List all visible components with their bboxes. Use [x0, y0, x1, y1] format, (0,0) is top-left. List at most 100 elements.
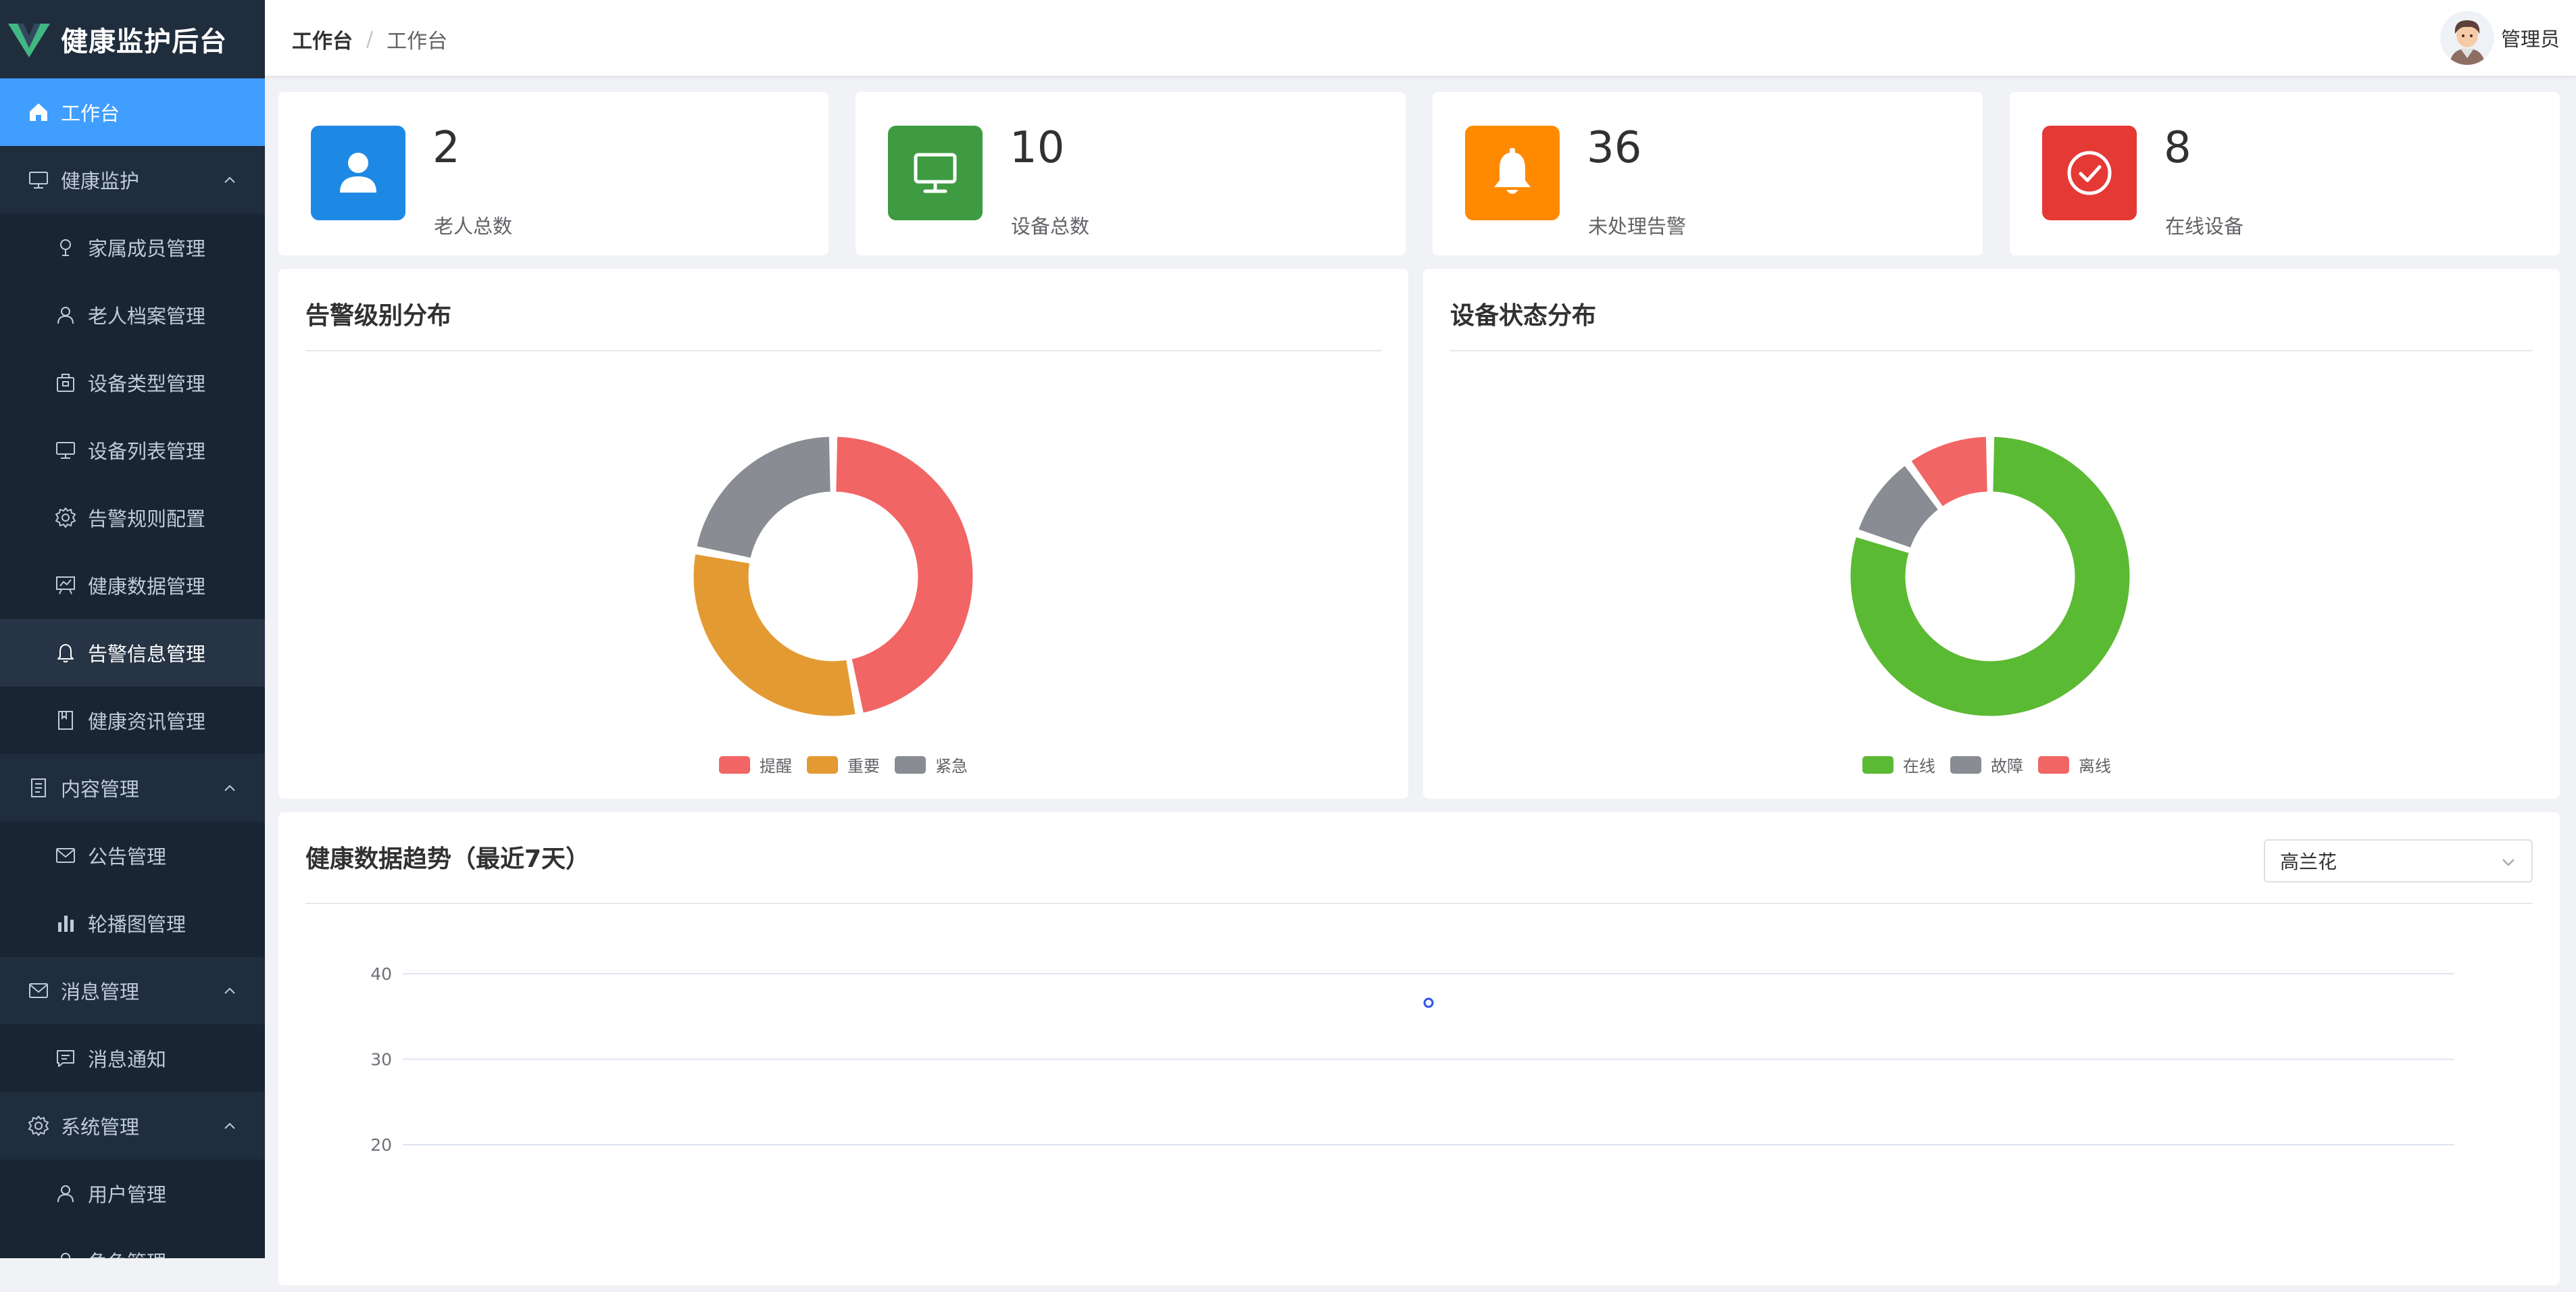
stat-card-online: 8 在线设备 [2010, 92, 2560, 255]
legend-label: 故障 [1991, 757, 2023, 776]
alarm-level-donut-chart [691, 434, 975, 718]
breadcrumb: 工作台 / 工作台 [292, 24, 447, 54]
chevron-up-icon[interactable] [222, 983, 238, 999]
message-icon [27, 979, 50, 1002]
y-tick-label: 30 [370, 1050, 392, 1070]
stat-icon-bg [311, 126, 405, 220]
home-icon [27, 101, 50, 124]
panel-divider [1450, 350, 2533, 351]
chevron-up-icon[interactable] [222, 780, 238, 796]
sidebar-item-label: 健康资讯管理 [88, 710, 206, 733]
gear-icon [27, 1114, 50, 1137]
bar-chart-icon [54, 912, 77, 935]
breadcrumb-item-current: 工作台 [387, 30, 448, 53]
legend-item[interactable]: 重要 [807, 753, 880, 776]
legend-item[interactable]: 紧急 [895, 753, 968, 776]
bookmark-icon [54, 709, 77, 732]
elder-select[interactable]: 高兰花 [2264, 839, 2533, 883]
legend-swatch [807, 755, 838, 774]
device-status-donut-chart [1848, 434, 2132, 718]
legend-item[interactable]: 离线 [2038, 753, 2111, 776]
sidebar-item-label: 家属成员管理 [88, 237, 206, 260]
legend-label: 提醒 [760, 757, 792, 776]
monitor-icon [914, 153, 957, 193]
sidebar-item-8[interactable]: 告警信息管理 [0, 619, 265, 687]
chevron-up-icon[interactable] [222, 172, 238, 188]
sidebar-item-label: 健康监护 [61, 170, 140, 193]
sidebar-item-1[interactable]: 健康监护 [0, 146, 265, 214]
avatar[interactable] [2439, 11, 2494, 65]
panel-title: 设备状态分布 [1450, 302, 1597, 330]
top-header: 工作台 / 工作台 管理员 [265, 0, 2576, 76]
sidebar-item-13[interactable]: 消息管理 [0, 957, 265, 1024]
main-content: 2 老人总数 10 设备总数 36 未处理告警 8 在线设备 告警级别分布 提醒… [265, 76, 2576, 1285]
legend-swatch [895, 755, 926, 774]
gear-icon [54, 506, 77, 529]
panel-title: 告警级别分布 [305, 302, 452, 330]
sidebar-menu: 工作台健康监护家属成员管理老人档案管理 设备类型管理设备列表管理 告警规则配置健康数… [0, 78, 265, 1258]
sidebar-item-3[interactable]: 老人档案管理 [0, 281, 265, 349]
stat-label: 在线设备 [2165, 215, 2244, 238]
sidebar-item-label: 消息通知 [88, 1048, 167, 1071]
sidebar-item-label: 内容管理 [61, 778, 140, 801]
brand[interactable]: 健康监护后台 [0, 0, 265, 78]
legend-item[interactable]: 提醒 [719, 753, 792, 776]
sidebar-item-10[interactable]: 内容管理 [0, 754, 265, 822]
data-point[interactable] [1423, 997, 1434, 1008]
legend-swatch [1862, 755, 1893, 774]
stat-value: 2 [432, 123, 460, 173]
stat-icon-bg [2042, 126, 2137, 220]
sidebar-item-17[interactable]: 角色管理 [0, 1227, 265, 1258]
stat-card-elderly: 2 老人总数 [278, 92, 828, 255]
sidebar-item-16[interactable]: 用户管理 [0, 1160, 265, 1227]
sidebar-item-label: 设备列表管理 [88, 440, 206, 463]
alarm-level-legend: 提醒 重要 紧急 [719, 753, 983, 776]
sidebar-item-label: 系统管理 [61, 1116, 140, 1139]
breadcrumb-item-root[interactable]: 工作台 [292, 24, 353, 54]
app-title: 健康监护后台 [61, 26, 227, 57]
sidebar-item-label: 消息管理 [61, 980, 140, 1003]
stat-label: 老人总数 [434, 215, 513, 238]
sidebar-item-2[interactable]: 家属成员管理 [0, 214, 265, 281]
alarm-level-panel: 告警级别分布 提醒 重要 紧急 [278, 269, 1408, 799]
sidebar-item-4[interactable]: 设备类型管理 [0, 349, 265, 416]
document-icon [27, 776, 50, 799]
sidebar-item-15[interactable]: 系统管理 [0, 1092, 265, 1160]
legend-label: 离线 [2079, 757, 2111, 776]
legend-item[interactable]: 故障 [1950, 753, 2023, 776]
user-menu[interactable]: 管理员 [2439, 11, 2560, 65]
sidebar-item-label: 工作台 [61, 102, 120, 125]
sidebar-item-9[interactable]: 健康资讯管理 [0, 687, 265, 754]
box-icon [54, 371, 77, 394]
sidebar-item-12[interactable]: 轮播图管理 [0, 889, 265, 957]
panel-title: 健康数据趋势（最近7天） [305, 845, 591, 873]
sidebar-item-6[interactable]: 告警规则配置 [0, 484, 265, 551]
monitor-icon [54, 439, 77, 462]
sidebar-item-14[interactable]: 消息通知 [0, 1024, 265, 1092]
chevron-up-icon[interactable] [222, 1118, 238, 1134]
sidebar-item-7[interactable]: 健康数据管理 [0, 551, 265, 619]
legend-label: 紧急 [935, 757, 968, 776]
legend-label: 重要 [847, 757, 880, 776]
chat-icon [54, 1047, 77, 1070]
breadcrumb-separator: / [366, 27, 374, 51]
donut-slice-2[interactable] [695, 434, 833, 560]
legend-item[interactable]: 在线 [1862, 753, 1935, 776]
sidebar-item-label: 告警规则配置 [88, 507, 206, 530]
donut-slice-1[interactable] [691, 552, 858, 718]
sidebar-item-11[interactable]: 公告管理 [0, 822, 265, 889]
username[interactable]: 管理员 [2501, 24, 2560, 52]
stat-card-devices: 10 设备总数 [856, 92, 1406, 255]
stat-icon-bg [1465, 126, 1560, 220]
logo-icon [8, 24, 50, 57]
health-trend-panel: 健康数据趋势（最近7天） 高兰花 20 30 40 [278, 812, 2560, 1285]
sidebar-item-label: 公告管理 [88, 845, 167, 868]
panel-divider [305, 350, 1381, 351]
donut-slice-0[interactable] [834, 434, 975, 715]
legend-swatch [2038, 755, 2069, 774]
sidebar-item-label: 角色管理 [88, 1247, 166, 1258]
sidebar-item-5[interactable]: 设备列表管理 [0, 416, 265, 484]
stat-value: 8 [2164, 123, 2191, 173]
sidebar-item-0[interactable]: 工作台 [0, 78, 265, 146]
monitor-icon [27, 168, 50, 191]
